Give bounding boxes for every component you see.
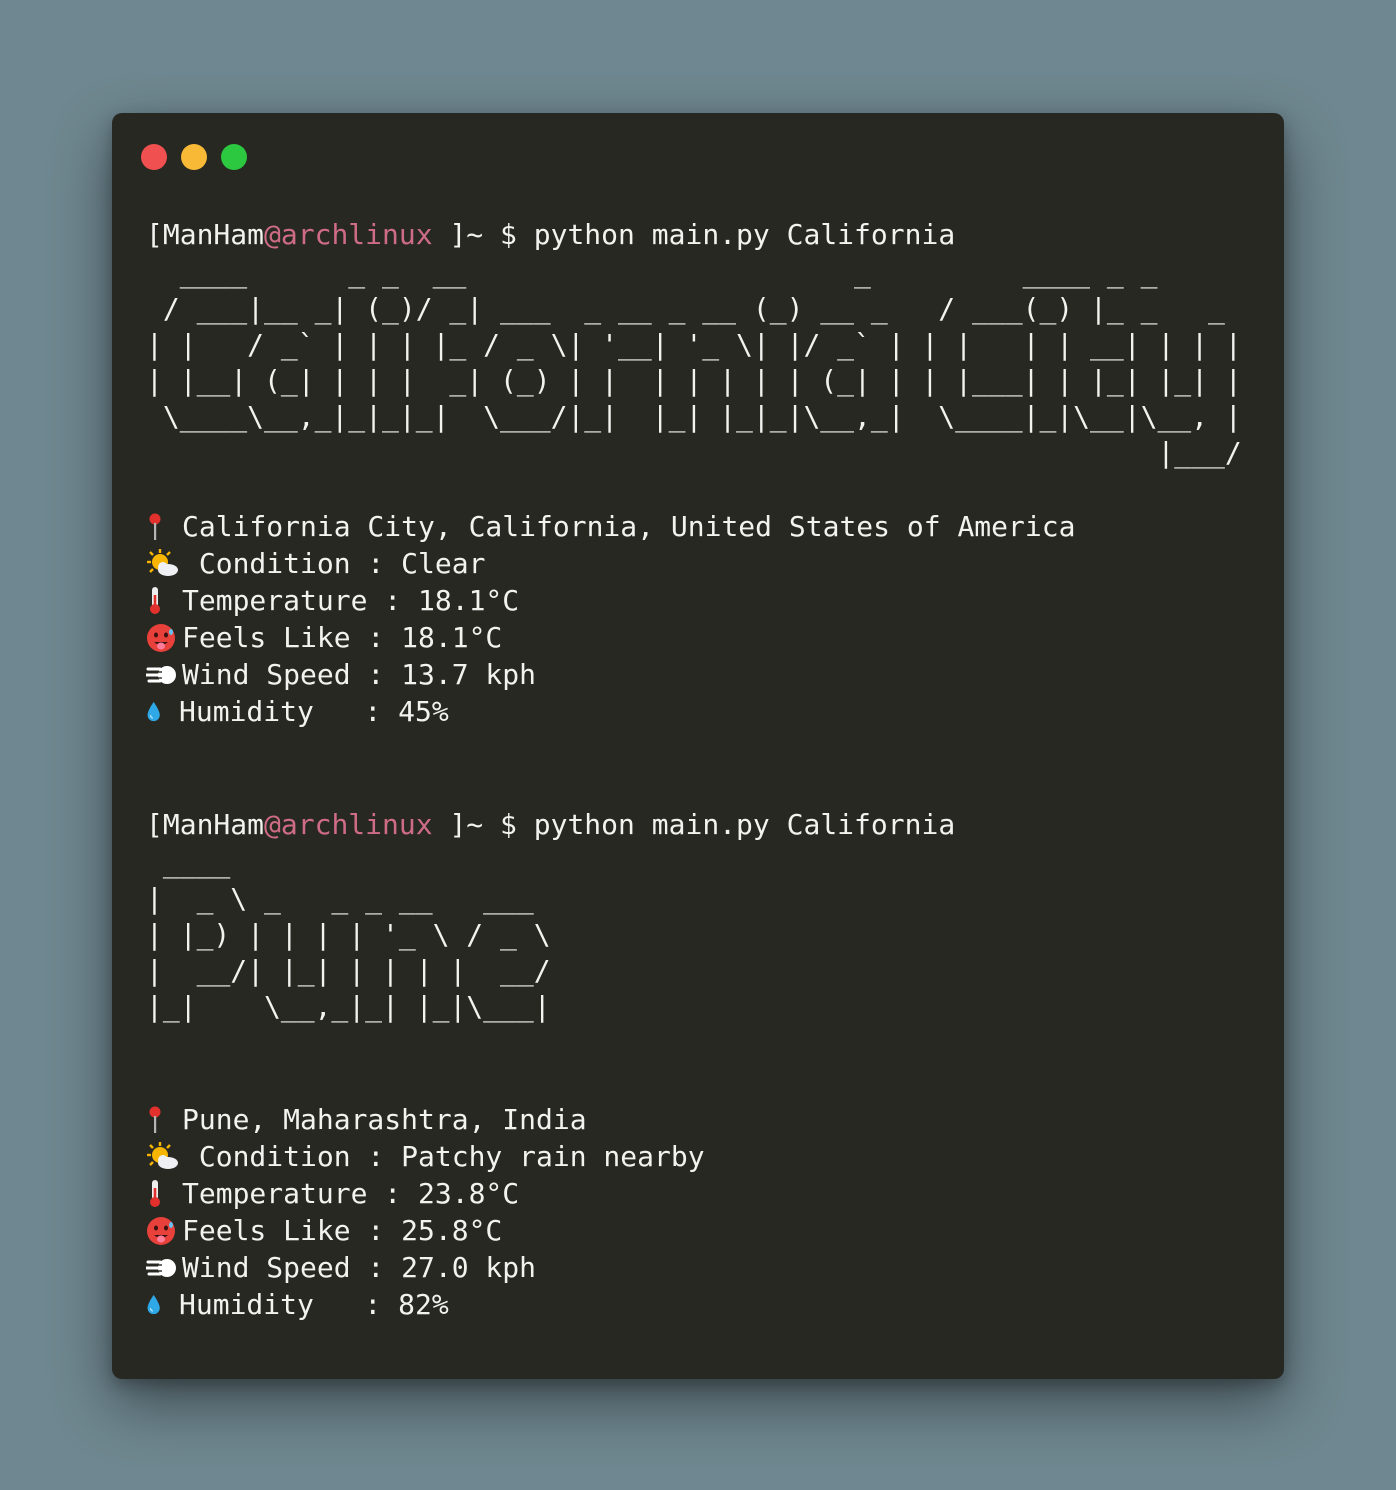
- condition-text: Condition : Patchy rain nearby: [182, 1140, 705, 1173]
- command-prompt: [ManHam@archlinux ]~ $ python main.py Ca…: [146, 216, 1242, 253]
- location-text: Pune, Maharashtra, India: [182, 1103, 587, 1136]
- location-row: Pune, Maharashtra, India: [146, 1101, 1242, 1138]
- hot-face-icon: [147, 623, 175, 652]
- minimize-button[interactable]: [181, 144, 207, 170]
- hot-face-icon: [147, 1216, 175, 1245]
- feels-like-text: Feels Like : 18.1°C: [182, 621, 503, 654]
- wind-row: Wind Speed : 27.0 kph: [146, 1249, 1242, 1286]
- condition-row: Condition : Patchy rain nearby: [146, 1138, 1242, 1175]
- condition-row: Condition : Clear: [146, 545, 1242, 582]
- sun-behind-cloud-icon: [147, 1141, 178, 1169]
- terminal-output[interactable]: [ManHam@archlinux ]~ $ python main.py Ca…: [146, 216, 1242, 1323]
- prompt-user: [ManHam: [146, 218, 265, 251]
- temperature-row: Temperature : 18.1°C: [146, 582, 1242, 619]
- feels-like-row: Feels Like : 25.8°C: [146, 1212, 1242, 1249]
- round-pushpin-icon: [149, 513, 161, 540]
- temperature-text: Temperature : 23.8°C: [182, 1177, 520, 1210]
- command-prompt: [ManHam@archlinux ]~ $ python main.py Ca…: [146, 806, 1242, 843]
- droplet-icon: [147, 1294, 160, 1314]
- wind-row: Wind Speed : 13.7 kph: [146, 656, 1242, 693]
- location-text: California City, California, United Stat…: [182, 510, 1076, 543]
- humidity-text: Humidity : 45%: [179, 695, 449, 728]
- location-row: California City, California, United Stat…: [146, 508, 1242, 545]
- droplet-icon: [147, 701, 160, 721]
- dashing-away-icon: [146, 665, 176, 684]
- close-button[interactable]: [141, 144, 167, 170]
- wind-text: Wind Speed : 27.0 kph: [182, 1251, 537, 1284]
- maximize-button[interactable]: [221, 144, 247, 170]
- prompt-host: @archlinux: [264, 808, 433, 841]
- round-pushpin-icon: [149, 1106, 161, 1133]
- prompt-user: [ManHam: [146, 808, 265, 841]
- prompt-command: ]~ $ python main.py California: [432, 218, 956, 251]
- ascii-banner: ____ _ _ __ _ ____ _ _ / ___|__ _| (_)/ …: [146, 256, 1242, 469]
- ascii-banner: ____ | _ \ _ _ _ __ ___ | |_) | | | | '_…: [146, 846, 551, 1023]
- window-controls: [141, 144, 247, 170]
- terminal-window: [ManHam@archlinux ]~ $ python main.py Ca…: [112, 113, 1284, 1379]
- temperature-row: Temperature : 23.8°C: [146, 1175, 1242, 1212]
- feels-like-text: Feels Like : 25.8°C: [182, 1214, 503, 1247]
- condition-text: Condition : Clear: [182, 547, 486, 580]
- feels-like-row: Feels Like : 18.1°C: [146, 619, 1242, 656]
- prompt-command: ]~ $ python main.py California: [432, 808, 956, 841]
- thermometer-icon: [150, 1179, 160, 1207]
- humidity-text: Humidity : 82%: [179, 1288, 449, 1321]
- temperature-text: Temperature : 18.1°C: [182, 584, 520, 617]
- sun-behind-cloud-icon: [147, 548, 178, 576]
- wind-text: Wind Speed : 13.7 kph: [182, 658, 537, 691]
- thermometer-icon: [150, 586, 160, 614]
- humidity-row: Humidity : 45%: [146, 693, 1242, 730]
- humidity-row: Humidity : 82%: [146, 1286, 1242, 1323]
- prompt-host: @archlinux: [264, 218, 433, 251]
- dashing-away-icon: [146, 1258, 176, 1277]
